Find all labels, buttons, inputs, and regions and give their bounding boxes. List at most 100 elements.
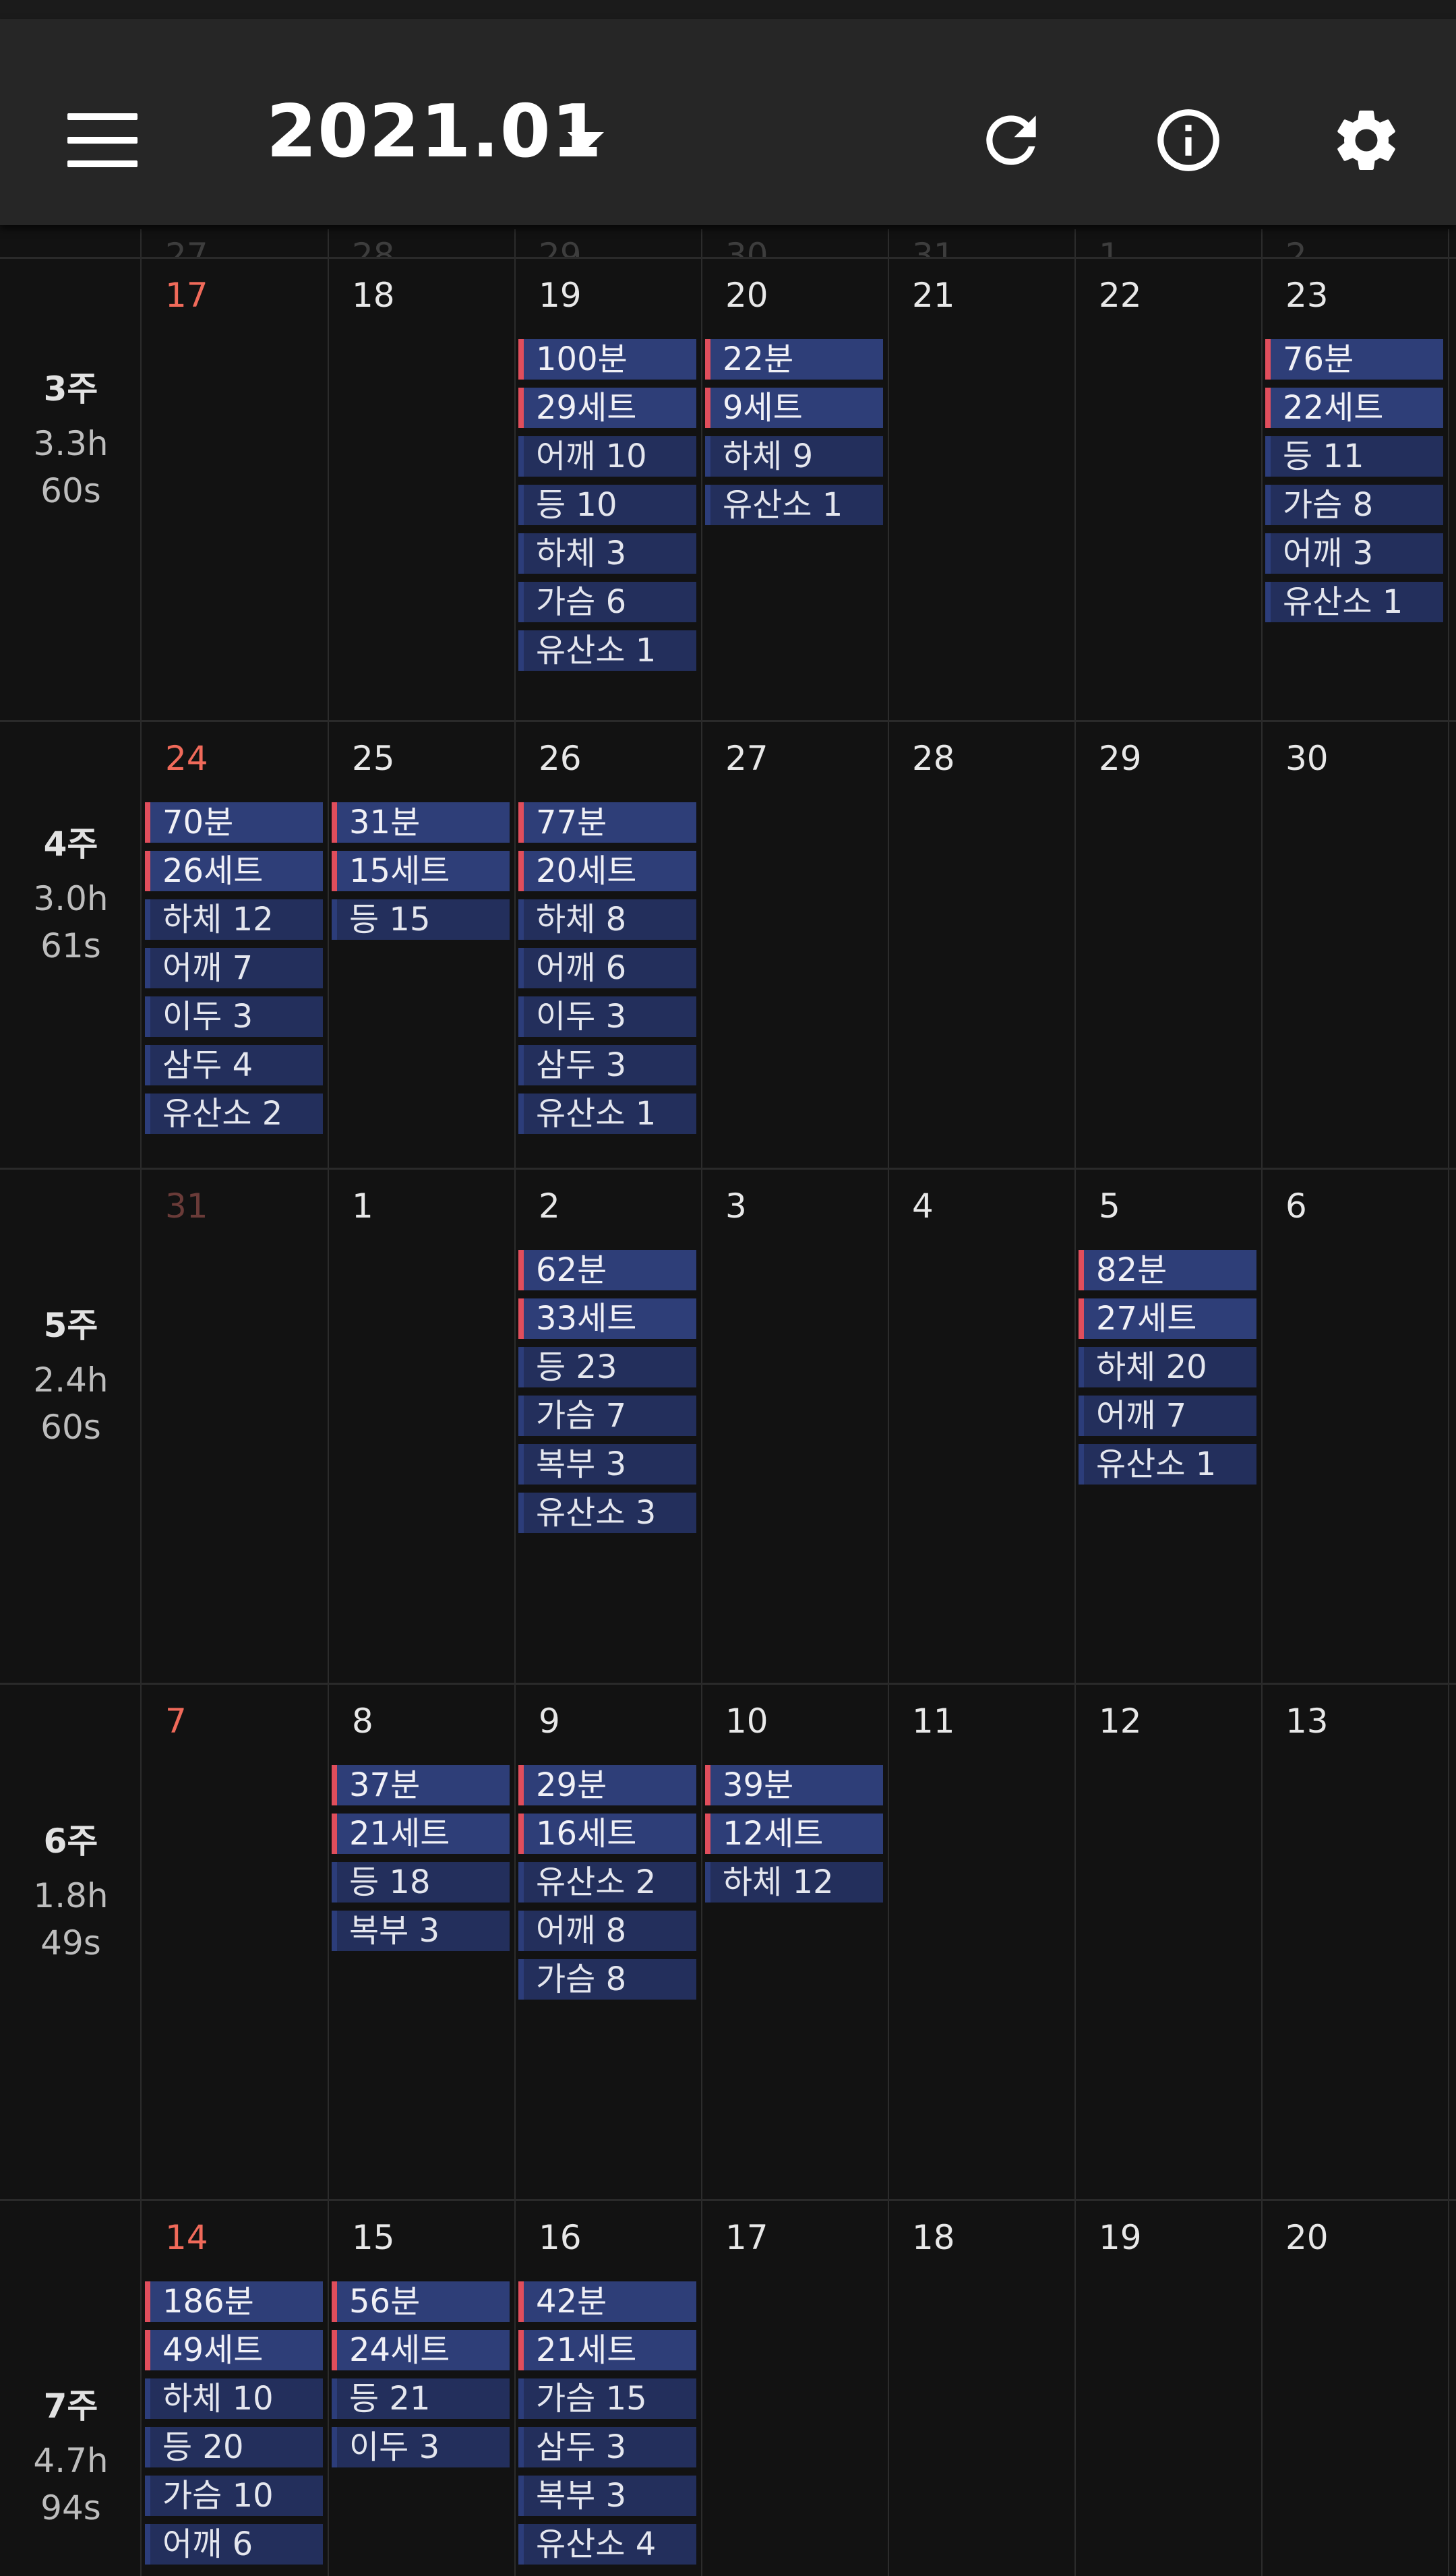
workout-sets-chip[interactable]: 20세트 xyxy=(518,851,696,891)
workout-sets-chip[interactable]: 9세트 xyxy=(705,388,883,428)
workout-sets-chip[interactable]: 33세트 xyxy=(518,1298,696,1339)
body-part-chip[interactable]: 하체 12 xyxy=(705,1862,883,1903)
workout-duration-chip[interactable]: 56분 xyxy=(332,2281,510,2322)
chevron-down-icon[interactable] xyxy=(568,132,604,150)
body-part-chip[interactable]: 어깨 7 xyxy=(145,948,323,988)
workout-sets-chip[interactable]: 21세트 xyxy=(518,2330,696,2370)
workout-duration-chip[interactable]: 31분 xyxy=(332,802,510,843)
workout-duration-chip[interactable]: 76분 xyxy=(1265,339,1443,380)
body-part-chip[interactable]: 하체 8 xyxy=(518,899,696,940)
body-part-chip[interactable]: 등 15 xyxy=(332,899,510,940)
week-summary[interactable]: 3주 3.3h 60s xyxy=(0,362,142,514)
body-part-chip[interactable]: 가슴 6 xyxy=(518,582,696,622)
workout-sets-chip[interactable]: 26세트 xyxy=(145,851,323,891)
day-cell[interactable] xyxy=(888,1169,1075,1684)
day-cell[interactable] xyxy=(142,1684,328,2200)
body-part-chip[interactable]: 등 23 xyxy=(518,1347,696,1387)
body-part-chip[interactable]: 유산소 2 xyxy=(145,1094,323,1134)
week-summary[interactable]: 7주 4.7h 94s xyxy=(0,2379,142,2532)
workout-duration-chip[interactable]: 100분 xyxy=(518,339,696,380)
day-cell[interactable] xyxy=(888,1684,1075,2200)
body-part-chip[interactable]: 하체 20 xyxy=(1079,1347,1256,1387)
day-cell[interactable] xyxy=(702,721,888,1169)
body-part-chip[interactable]: 어깨 7 xyxy=(1079,1396,1256,1436)
workout-duration-chip[interactable]: 29분 xyxy=(518,1765,696,1805)
menu-button[interactable] xyxy=(67,113,138,167)
workout-sets-chip[interactable]: 49세트 xyxy=(145,2330,323,2370)
body-part-chip[interactable]: 삼두 3 xyxy=(518,1045,696,1085)
body-part-chip[interactable]: 유산소 2 xyxy=(518,1862,696,1903)
workout-sets-chip[interactable]: 16세트 xyxy=(518,1814,696,1854)
workout-duration-chip[interactable]: 42분 xyxy=(518,2281,696,2322)
body-part-chip[interactable]: 이두 3 xyxy=(518,996,696,1037)
workout-duration-chip[interactable]: 82분 xyxy=(1079,1250,1256,1290)
refresh-button[interactable] xyxy=(974,103,1048,177)
body-part-chip[interactable]: 유산소 4 xyxy=(518,2524,696,2565)
workout-sets-chip[interactable]: 27세트 xyxy=(1079,1298,1256,1339)
day-cell[interactable] xyxy=(328,721,515,1169)
workout-duration-chip[interactable]: 70분 xyxy=(145,802,323,843)
body-part-chip[interactable]: 어깨 6 xyxy=(145,2524,323,2565)
body-part-chip[interactable]: 가슴 15 xyxy=(518,2378,696,2419)
body-part-chip[interactable]: 등 18 xyxy=(332,1862,510,1903)
body-part-chip[interactable]: 어깨 6 xyxy=(518,948,696,988)
body-part-chip[interactable]: 등 20 xyxy=(145,2427,323,2467)
day-cell[interactable] xyxy=(142,1169,328,1684)
day-cell[interactable] xyxy=(1262,1684,1449,2200)
day-cell[interactable] xyxy=(328,258,515,721)
day-cell[interactable] xyxy=(1262,1169,1449,1684)
day-cell[interactable] xyxy=(1262,721,1449,1169)
workout-sets-chip[interactable]: 24세트 xyxy=(332,2330,510,2370)
body-part-chip[interactable]: 이두 3 xyxy=(145,996,323,1037)
body-part-chip[interactable]: 유산소 1 xyxy=(518,1094,696,1134)
week-summary[interactable]: 5주 2.4h 60s xyxy=(0,1298,142,1451)
workout-sets-chip[interactable]: 22세트 xyxy=(1265,388,1443,428)
body-part-chip[interactable]: 가슴 8 xyxy=(518,1959,696,2000)
body-part-chip[interactable]: 어깨 8 xyxy=(518,1911,696,1951)
body-part-chip[interactable]: 하체 3 xyxy=(518,533,696,574)
body-part-chip[interactable]: 유산소 3 xyxy=(518,1493,696,1533)
body-part-chip[interactable]: 이두 3 xyxy=(332,2427,510,2467)
week-summary[interactable]: 6주 1.8h 49s xyxy=(0,1814,142,1967)
body-part-chip[interactable]: 복부 3 xyxy=(332,1911,510,1951)
workout-sets-chip[interactable]: 29세트 xyxy=(518,388,696,428)
body-part-chip[interactable]: 복부 3 xyxy=(518,2476,696,2516)
workout-sets-chip[interactable]: 15세트 xyxy=(332,851,510,891)
body-part-chip[interactable]: 가슴 7 xyxy=(518,1396,696,1436)
day-cell[interactable] xyxy=(888,258,1075,721)
day-cell[interactable] xyxy=(888,721,1075,1169)
body-part-chip[interactable]: 하체 10 xyxy=(145,2378,323,2419)
workout-duration-chip[interactable]: 39분 xyxy=(705,1765,883,1805)
body-part-chip[interactable]: 유산소 1 xyxy=(1079,1444,1256,1485)
day-cell[interactable] xyxy=(142,258,328,721)
body-part-chip[interactable]: 어깨 3 xyxy=(1265,533,1443,574)
settings-button[interactable] xyxy=(1329,103,1403,177)
week-summary[interactable]: 4주 3.0h 61s xyxy=(0,817,142,969)
body-part-chip[interactable]: 가슴 8 xyxy=(1265,485,1443,525)
body-part-chip[interactable]: 유산소 1 xyxy=(1265,582,1443,622)
body-part-chip[interactable]: 등 11 xyxy=(1265,436,1443,477)
info-button[interactable] xyxy=(1151,103,1225,177)
body-part-chip[interactable]: 어깨 10 xyxy=(518,436,696,477)
body-part-chip[interactable]: 하체 9 xyxy=(705,436,883,477)
day-cell[interactable] xyxy=(328,1169,515,1684)
workout-sets-chip[interactable]: 12세트 xyxy=(705,1814,883,1854)
body-part-chip[interactable]: 유산소 1 xyxy=(705,485,883,525)
day-cell[interactable] xyxy=(702,1169,888,1684)
body-part-chip[interactable]: 등 10 xyxy=(518,485,696,525)
workout-duration-chip[interactable]: 186분 xyxy=(145,2281,323,2322)
workout-duration-chip[interactable]: 22분 xyxy=(705,339,883,380)
body-part-chip[interactable]: 유산소 1 xyxy=(518,630,696,671)
body-part-chip[interactable]: 복부 3 xyxy=(518,1444,696,1485)
body-part-chip[interactable]: 등 21 xyxy=(332,2378,510,2419)
body-part-chip[interactable]: 하체 12 xyxy=(145,899,323,940)
body-part-chip[interactable]: 삼두 3 xyxy=(518,2427,696,2467)
day-cell[interactable] xyxy=(1075,258,1262,721)
day-cell[interactable] xyxy=(702,1684,888,2200)
body-part-chip[interactable]: 가슴 10 xyxy=(145,2476,323,2516)
workout-sets-chip[interactable]: 21세트 xyxy=(332,1814,510,1854)
workout-duration-chip[interactable]: 77분 xyxy=(518,802,696,843)
workout-duration-chip[interactable]: 37분 xyxy=(332,1765,510,1805)
day-cell[interactable] xyxy=(1075,1684,1262,2200)
month-title[interactable]: 2021.01 xyxy=(266,90,603,174)
